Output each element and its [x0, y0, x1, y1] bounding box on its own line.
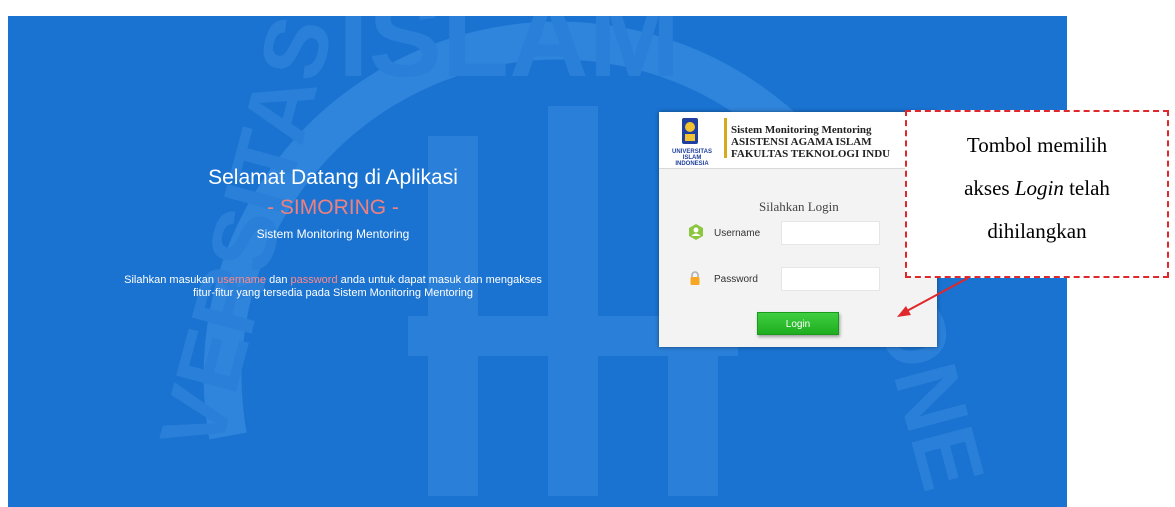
info-username-word: username — [217, 274, 267, 286]
uii-logo-text: UNIVERSITAS ISLAM INDONESIA — [672, 149, 712, 167]
info-password-word: password — [290, 274, 338, 286]
login-card-header: UNIVERSITAS ISLAM INDONESIA Sistem Monit… — [659, 112, 937, 169]
institution-line1: Sistem Monitoring Mentoring — [731, 124, 872, 136]
username-label: Username — [714, 228, 761, 239]
lock-icon — [690, 271, 700, 285]
info-line2: fitur-fitur yang tersedia pada Sistem Mo… — [192, 287, 474, 299]
uii-logo-emblem-icon — [682, 118, 698, 144]
annotation-callout: Tombol memilih akses Login telah dihilan… — [905, 110, 1169, 278]
uii-logo: UNIVERSITAS ISLAM INDONESIA — [663, 117, 721, 167]
info-part1: Silahkan masukan — [124, 274, 218, 286]
institution-line2: ASISTENSI AGAMA ISLAM — [731, 136, 872, 148]
callout-line2-post: telah — [1063, 176, 1110, 200]
callout-line3: dihilangkan — [987, 219, 1087, 243]
username-input[interactable] — [781, 221, 880, 245]
instructions-text: Silahkan masukan username dan password a… — [8, 274, 658, 300]
svg-text:ISLAM: ISLAM — [338, 16, 680, 100]
callout-line1: Tombol memilih — [966, 133, 1108, 157]
login-card: UNIVERSITAS ISLAM INDONESIA Sistem Monit… — [659, 112, 937, 347]
header-divider — [724, 118, 727, 158]
password-label: Password — [714, 274, 758, 285]
app-name: - SIMORING - — [267, 196, 399, 219]
login-button[interactable]: Login — [757, 312, 839, 335]
institution-name: Sistem Monitoring Mentoring ASISTENSI AG… — [731, 124, 890, 160]
callout-line2-italic: Login — [1014, 176, 1064, 200]
welcome-title: Selamat Datang di Aplikasi — [208, 166, 458, 189]
callout-line2-pre: akses — [964, 176, 1015, 200]
institution-line3: FAKULTAS TEKNOLOGI INDU — [731, 148, 891, 160]
callout-text: Tombol memilih akses Login telah dihilan… — [907, 124, 1167, 253]
callout-line2: akses Login telah — [907, 167, 1167, 210]
info-part2: dan — [266, 274, 291, 286]
welcome-block: Selamat Datang di Aplikasi - SIMORING - … — [8, 164, 658, 242]
app-subtitle: Sistem Monitoring Mentoring — [256, 227, 410, 241]
login-title: Silahkan Login — [759, 199, 839, 214]
info-part3: anda untuk dapat masuk dan mengakses — [337, 274, 542, 286]
user-icon — [689, 224, 703, 240]
password-input[interactable] — [781, 267, 880, 291]
